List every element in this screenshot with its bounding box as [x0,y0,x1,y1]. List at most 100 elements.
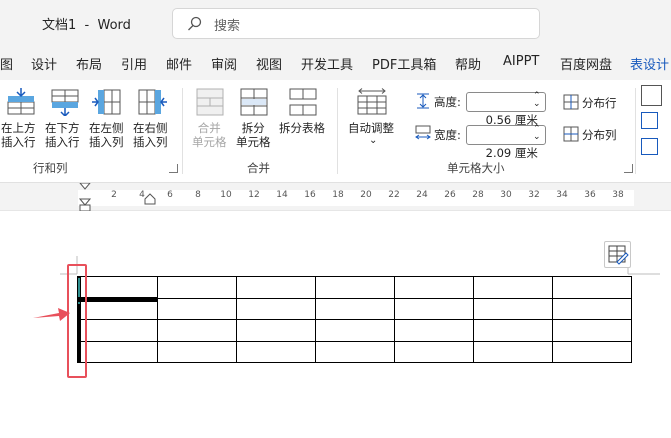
table-cell[interactable] [315,340,395,363]
insert-column-left-icon [92,89,121,115]
ruler-tick: 34 [556,190,568,200]
indent-marker-icon[interactable] [79,183,91,211]
table-cell[interactable] [78,340,158,363]
ribbon-tabs: 图 设计 布局 引用 邮件 审阅 视图 开发工具 PDF工具箱 帮助 AIPPT… [0,46,671,80]
table-cell[interactable] [552,297,632,320]
tab-aippt[interactable]: AIPPT [503,54,539,69]
tab-review[interactable]: 审阅 [211,54,237,73]
tab-layout[interactable]: 布局 [76,54,102,73]
table-cell[interactable] [315,276,395,299]
search-box[interactable]: 搜索 [172,8,540,39]
table-row [78,297,632,320]
distribute-columns-button[interactable]: 分布列 [582,127,617,143]
insert-row-above-button[interactable]: 在上方 插入行 [1,121,36,149]
selected-row-border [78,297,157,302]
tab-references[interactable]: 引用 [121,54,147,73]
table-cell[interactable] [473,340,553,363]
merge-cells-button[interactable]: 合并 单元格 [192,121,227,149]
insert-row-below-button[interactable]: 在下方 插入行 [45,121,80,149]
ruler-tick: 6 [167,190,173,200]
search-icon [188,16,202,31]
table-cell[interactable] [236,276,316,299]
align-middle-icon[interactable] [641,112,658,129]
ruler-tick: 38 [612,190,624,200]
column-marker-icon[interactable] [144,193,156,205]
table-cell[interactable] [157,297,237,320]
tab-baidu-netdisk[interactable]: 百度网盘 [560,54,612,73]
autofit-dropdown-chevron-icon[interactable]: ⌄ [369,135,377,146]
table-cell[interactable] [236,319,316,342]
table-cell[interactable] [78,276,158,299]
height-spin-down-icon[interactable]: ⌄ [533,99,541,109]
ruler-tick: 18 [332,190,344,200]
align-top-icon[interactable] [641,85,662,106]
insert-row-below-icon [51,89,79,116]
tab-design[interactable]: 设计 [31,54,57,73]
insert-column-left-button[interactable]: 在左侧 插入列 [89,121,124,149]
split-cells-button[interactable]: 拆分 单元格 [236,121,271,149]
cell-size-dialog-launcher-icon[interactable] [624,164,633,173]
ruler-tick: 24 [416,190,428,200]
table-cell[interactable] [394,297,474,320]
table-cell[interactable] [157,276,237,299]
group-label-merge: 合并 [247,161,270,175]
table-cell[interactable] [394,340,474,363]
tab-mailings[interactable]: 邮件 [166,54,192,73]
ruler-tick: 8 [195,190,201,200]
table-row [78,340,632,363]
table-cell[interactable] [394,276,474,299]
height-label: 高度: [434,95,461,109]
table-cell[interactable] [236,340,316,363]
table-cell[interactable] [315,319,395,342]
table-cell[interactable] [552,340,632,363]
group-label-rows-cols: 行和列 [33,161,68,175]
annotation-arrow-icon [33,308,70,321]
group-separator [635,88,636,174]
ruler-tick: 22 [388,190,400,200]
table-cell[interactable] [157,319,237,342]
quick-layout-options-button[interactable] [604,241,631,268]
table-cell[interactable] [315,297,395,320]
title-bar: 文档1 - Word 搜索 [0,0,671,46]
horizontal-ruler[interactable]: 2 4 6 8 10 12 14 16 18 20 22 24 26 28 30… [78,190,634,206]
ruler-tick: 28 [472,190,484,200]
ruler-tick: 30 [500,190,512,200]
table-cell[interactable] [552,319,632,342]
table-cell[interactable] [236,297,316,320]
tab-help[interactable]: 帮助 [455,54,481,73]
table-cell[interactable] [473,319,553,342]
ribbon: 在上方 插入行 在下方 插入行 在左侧 插入列 在右侧 插入列 行和列 合并 单… [0,80,671,183]
document-table[interactable] [78,276,632,363]
column-width-icon [415,125,431,140]
ruler-tick: 36 [584,190,596,200]
ruler-bar: 2 4 6 8 10 12 14 16 18 20 22 24 26 28 30… [0,183,671,211]
tab-developer[interactable]: 开发工具 [301,54,353,73]
table-row [78,276,632,299]
table-cell[interactable] [157,340,237,363]
autofit-button[interactable]: 自动调整 [348,121,394,135]
table-cell[interactable] [473,276,553,299]
autofit-icon [357,88,387,115]
insert-column-right-button[interactable]: 在右侧 插入列 [133,121,168,149]
table-cell[interactable] [394,319,474,342]
tab-table-design[interactable]: 表设计 [630,54,669,73]
split-table-button[interactable]: 拆分表格 [279,121,325,135]
distribute-rows-button[interactable]: 分布行 [582,95,617,111]
tab-pdf-toolbox[interactable]: PDF工具箱 [372,54,436,73]
tab-insert-partial[interactable]: 图 [0,54,13,73]
table-cell[interactable] [473,297,553,320]
rows-cols-dialog-launcher-icon[interactable] [169,164,178,173]
document-title: 文档1 - Word [42,18,131,33]
ruler-tick: 12 [248,190,260,200]
ruler-tick: 14 [276,190,288,200]
table-cell[interactable] [552,276,632,299]
width-spin-down-icon[interactable]: ⌄ [533,132,541,142]
split-table-icon [289,88,317,116]
ruler-tick: 16 [304,190,316,200]
table-cell[interactable] [78,319,158,342]
search-placeholder: 搜索 [214,19,241,34]
tab-view[interactable]: 视图 [256,54,282,73]
row-height-icon [417,93,429,109]
ruler-tick: 20 [360,190,372,200]
align-bottom-icon[interactable] [641,138,658,155]
